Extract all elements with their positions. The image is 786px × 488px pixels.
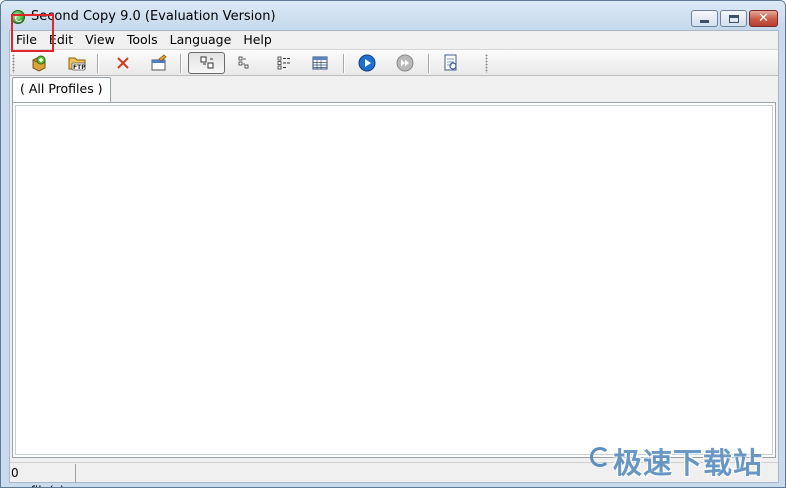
ftp-profile-icon: FTP	[68, 57, 86, 71]
log-icon	[444, 54, 457, 71]
list-view-icon	[277, 56, 290, 70]
small-icons-view-button[interactable]	[232, 52, 256, 74]
profile-count-status: 0 profile(s)	[10, 464, 76, 487]
toolbar-separator	[97, 54, 98, 73]
new-ftp-profile-button[interactable]: FTP	[65, 52, 89, 74]
profiles-list-content[interactable]	[15, 105, 773, 455]
minimize-button[interactable]	[691, 10, 718, 27]
title-bar[interactable]: Second Copy 9.0 (Evaluation Version) ✕	[1, 1, 785, 30]
menu-bar: File Edit View Tools Language Help	[10, 31, 778, 49]
menu-language[interactable]: Language	[164, 31, 238, 49]
toolbar-separator	[428, 54, 429, 73]
run-all-button[interactable]	[393, 52, 417, 74]
view-log-button[interactable]	[439, 52, 463, 74]
small-icons-view-icon	[238, 56, 249, 69]
app-icon[interactable]	[11, 10, 25, 24]
properties-icon	[151, 54, 167, 71]
delete-icon	[117, 57, 129, 69]
menu-help[interactable]: Help	[237, 31, 278, 49]
menu-file[interactable]: File	[10, 31, 43, 49]
close-icon: ✕	[758, 11, 769, 26]
profiles-list[interactable]	[12, 102, 776, 458]
new-profile-button[interactable]	[27, 52, 51, 74]
close-button[interactable]: ✕	[749, 10, 778, 27]
svg-text:FTP: FTP	[73, 64, 86, 71]
client-area: File Edit View Tools Language Help FTP (…	[9, 30, 779, 487]
menu-edit[interactable]: Edit	[43, 31, 79, 49]
tab-all-profiles[interactable]: ( All Profiles )	[12, 77, 111, 102]
toolbar-grip[interactable]	[12, 54, 15, 73]
properties-button[interactable]	[147, 52, 171, 74]
maximize-icon	[728, 14, 739, 23]
profile-tabs: ( All Profiles )	[10, 77, 778, 102]
window-title: Second Copy 9.0 (Evaluation Version)	[31, 9, 276, 24]
toolbar: FTP	[10, 49, 778, 76]
menu-view[interactable]: View	[79, 31, 121, 49]
run-button[interactable]	[355, 52, 379, 74]
list-view-button[interactable]	[272, 52, 296, 74]
toolbar-separator	[180, 54, 181, 73]
toolbar-separator	[343, 54, 344, 73]
run-icon	[358, 54, 376, 72]
watermark-logo-icon	[590, 447, 610, 467]
watermark-text: 极速下载站	[613, 446, 764, 480]
large-icons-view-button[interactable]	[188, 52, 225, 74]
maximize-button[interactable]	[720, 10, 747, 27]
large-icons-view-icon	[200, 56, 213, 69]
toolbar-grip[interactable]	[485, 54, 488, 73]
details-view-button[interactable]	[308, 52, 332, 74]
run-all-icon	[396, 54, 414, 72]
menu-tools[interactable]: Tools	[121, 31, 164, 49]
new-profile-icon	[32, 55, 46, 72]
details-view-icon	[312, 56, 328, 70]
delete-button[interactable]	[111, 52, 135, 74]
minimize-icon	[700, 20, 709, 23]
app-window: Second Copy 9.0 (Evaluation Version) ✕ F…	[0, 0, 786, 488]
